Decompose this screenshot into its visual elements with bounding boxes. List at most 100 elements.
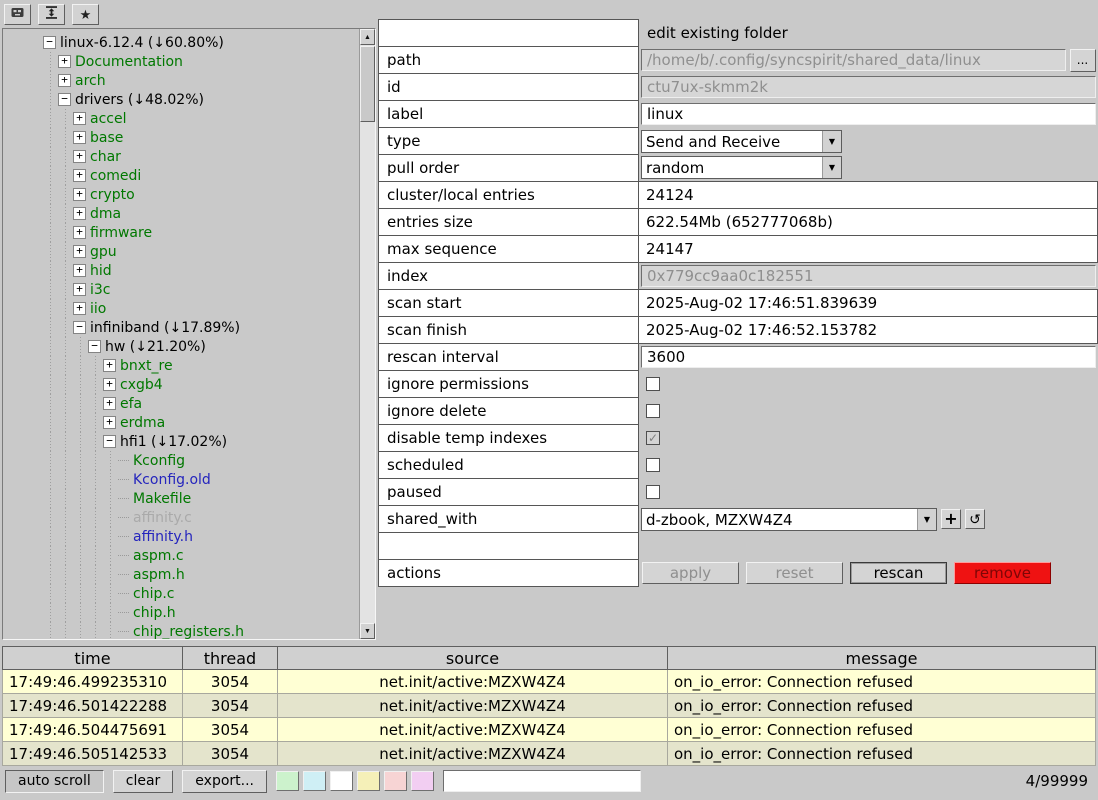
log-header-time[interactable]: time [3, 647, 183, 670]
reset-button[interactable]: reset [746, 562, 843, 584]
collapse-icon[interactable]: − [43, 36, 56, 49]
disable-temp-indexes-checkbox[interactable]: ✓ [646, 431, 660, 445]
scrollbar-thumb[interactable] [360, 46, 375, 122]
tree-item[interactable]: aspm.c [3, 546, 358, 565]
auto-scroll-toggle[interactable]: auto scroll [5, 770, 104, 793]
tree-item[interactable]: −drivers (↓48.02%) [3, 90, 358, 109]
tree-item[interactable]: +char [3, 147, 358, 166]
tree-item[interactable]: +Documentation [3, 52, 358, 71]
log-row[interactable]: 17:49:46.5051425333054net.init/active:MZ… [3, 742, 1096, 766]
log-row[interactable]: 17:49:46.5044756913054net.init/active:MZ… [3, 718, 1096, 742]
tree-item[interactable]: chip.c [3, 584, 358, 603]
expand-icon[interactable]: + [58, 74, 71, 87]
chevron-down-icon[interactable]: ▼ [822, 131, 841, 152]
expand-icon[interactable]: + [73, 245, 86, 258]
expand-icon[interactable]: + [73, 264, 86, 277]
expand-icon[interactable]: + [103, 416, 116, 429]
tree-item[interactable]: +hid [3, 261, 358, 280]
scrollbar-up-button[interactable]: ▲ [360, 29, 375, 45]
expand-icon[interactable]: + [73, 302, 86, 315]
expand-all-button[interactable] [38, 4, 65, 25]
tree-item[interactable]: +comedi [3, 166, 358, 185]
tree-item[interactable]: −hfi1 (↓17.02%) [3, 432, 358, 451]
export-log-button[interactable]: export... [182, 770, 267, 793]
log-header-source[interactable]: source [278, 647, 668, 670]
label-input[interactable]: linux [641, 103, 1096, 125]
log-level-swatch-violet[interactable] [411, 771, 434, 791]
path-input[interactable]: /home/b/.config/syncspirit/shared_data/l… [641, 49, 1066, 71]
log-level-swatch-pink[interactable] [384, 771, 407, 791]
tree-item[interactable]: aspm.h [3, 565, 358, 584]
expand-icon[interactable]: + [73, 150, 86, 163]
scheduled-checkbox[interactable] [646, 458, 660, 472]
expand-icon[interactable]: + [103, 397, 116, 410]
expand-icon[interactable]: + [73, 188, 86, 201]
shared-with-select[interactable]: d-zbook, MZXW4Z4 ▼ [641, 508, 937, 531]
tree-item[interactable]: −linux-6.12.4 (↓60.80%) [3, 33, 358, 52]
collapse-icon[interactable]: − [58, 93, 71, 106]
tree-item[interactable]: +erdma [3, 413, 358, 432]
log-filter-input[interactable] [443, 770, 641, 792]
expand-icon[interactable]: + [103, 359, 116, 372]
bookmarks-button[interactable]: ★ [72, 4, 99, 25]
add-device-button[interactable]: + [941, 509, 961, 529]
log-header-message[interactable]: message [668, 647, 1096, 670]
tree-item[interactable]: +accel [3, 109, 358, 128]
rescan-interval-input[interactable]: 3600 [641, 346, 1096, 368]
log-row[interactable]: 17:49:46.4992353103054net.init/active:MZ… [3, 670, 1096, 694]
tree-item[interactable]: +iio [3, 299, 358, 318]
expand-icon[interactable]: + [73, 131, 86, 144]
index-input[interactable]: 0x779cc9aa0c182551 [641, 265, 1096, 287]
type-select[interactable]: Send and Receive ▼ [641, 130, 842, 153]
log-level-swatch-yellow[interactable] [357, 771, 380, 791]
expand-icon[interactable]: + [73, 112, 86, 125]
rescan-button[interactable]: rescan [850, 562, 947, 584]
tree-item[interactable]: affinity.h [3, 527, 358, 546]
tree-item[interactable]: Kconfig.old [3, 470, 358, 489]
tree-item[interactable]: +cxgb4 [3, 375, 358, 394]
expand-icon[interactable]: + [73, 169, 86, 182]
log-level-swatch-white[interactable] [330, 771, 353, 791]
tree-item[interactable]: Kconfig [3, 451, 358, 470]
expand-icon[interactable]: + [103, 378, 116, 391]
tree-item[interactable]: Makefile [3, 489, 358, 508]
tree-item[interactable]: +firmware [3, 223, 358, 242]
tree-item[interactable]: +crypto [3, 185, 358, 204]
tree-item[interactable]: chip.h [3, 603, 358, 622]
scrollbar-down-button[interactable]: ▼ [360, 623, 375, 639]
log-level-swatch-cyan[interactable] [303, 771, 326, 791]
apply-button[interactable]: apply [642, 562, 739, 584]
tree-item[interactable]: +arch [3, 71, 358, 90]
remove-button[interactable]: remove [954, 562, 1051, 584]
clear-log-button[interactable]: clear [113, 770, 174, 793]
ignore-delete-checkbox[interactable] [646, 404, 660, 418]
tree-item[interactable]: +gpu [3, 242, 358, 261]
tree-item[interactable]: affinity.c [3, 508, 358, 527]
paused-checkbox[interactable] [646, 485, 660, 499]
log-level-swatch-green[interactable] [276, 771, 299, 791]
collapse-icon[interactable]: − [88, 340, 101, 353]
undo-share-button[interactable]: ↺ [965, 509, 985, 529]
tree-item[interactable]: chip_registers.h [3, 622, 358, 639]
collapse-icon[interactable]: − [103, 435, 116, 448]
tree-item[interactable]: −infiniband (↓17.89%) [3, 318, 358, 337]
tree-scrollbar[interactable]: ▲ ▼ [359, 29, 375, 639]
chevron-down-icon[interactable]: ▼ [822, 157, 841, 178]
browse-button[interactable]: ... [1070, 49, 1096, 72]
id-input[interactable]: ctu7ux-skmm2k [641, 76, 1096, 98]
expand-icon[interactable]: + [73, 226, 86, 239]
expand-icon[interactable]: + [73, 283, 86, 296]
log-header-thread[interactable]: thread [183, 647, 278, 670]
tree-item[interactable]: +bnxt_re [3, 356, 358, 375]
tree-item[interactable]: +i3c [3, 280, 358, 299]
chevron-down-icon[interactable]: ▼ [917, 509, 936, 530]
tree-item[interactable]: −hw (↓21.20%) [3, 337, 358, 356]
pull-order-select[interactable]: random ▼ [641, 156, 842, 179]
log-row[interactable]: 17:49:46.5014222883054net.init/active:MZ… [3, 694, 1096, 718]
tree-item[interactable]: +dma [3, 204, 358, 223]
expand-icon[interactable]: + [58, 55, 71, 68]
ignore-permissions-checkbox[interactable] [646, 377, 660, 391]
tree-item[interactable]: +efa [3, 394, 358, 413]
app-menu-button[interactable] [4, 4, 31, 25]
collapse-icon[interactable]: − [73, 321, 86, 334]
